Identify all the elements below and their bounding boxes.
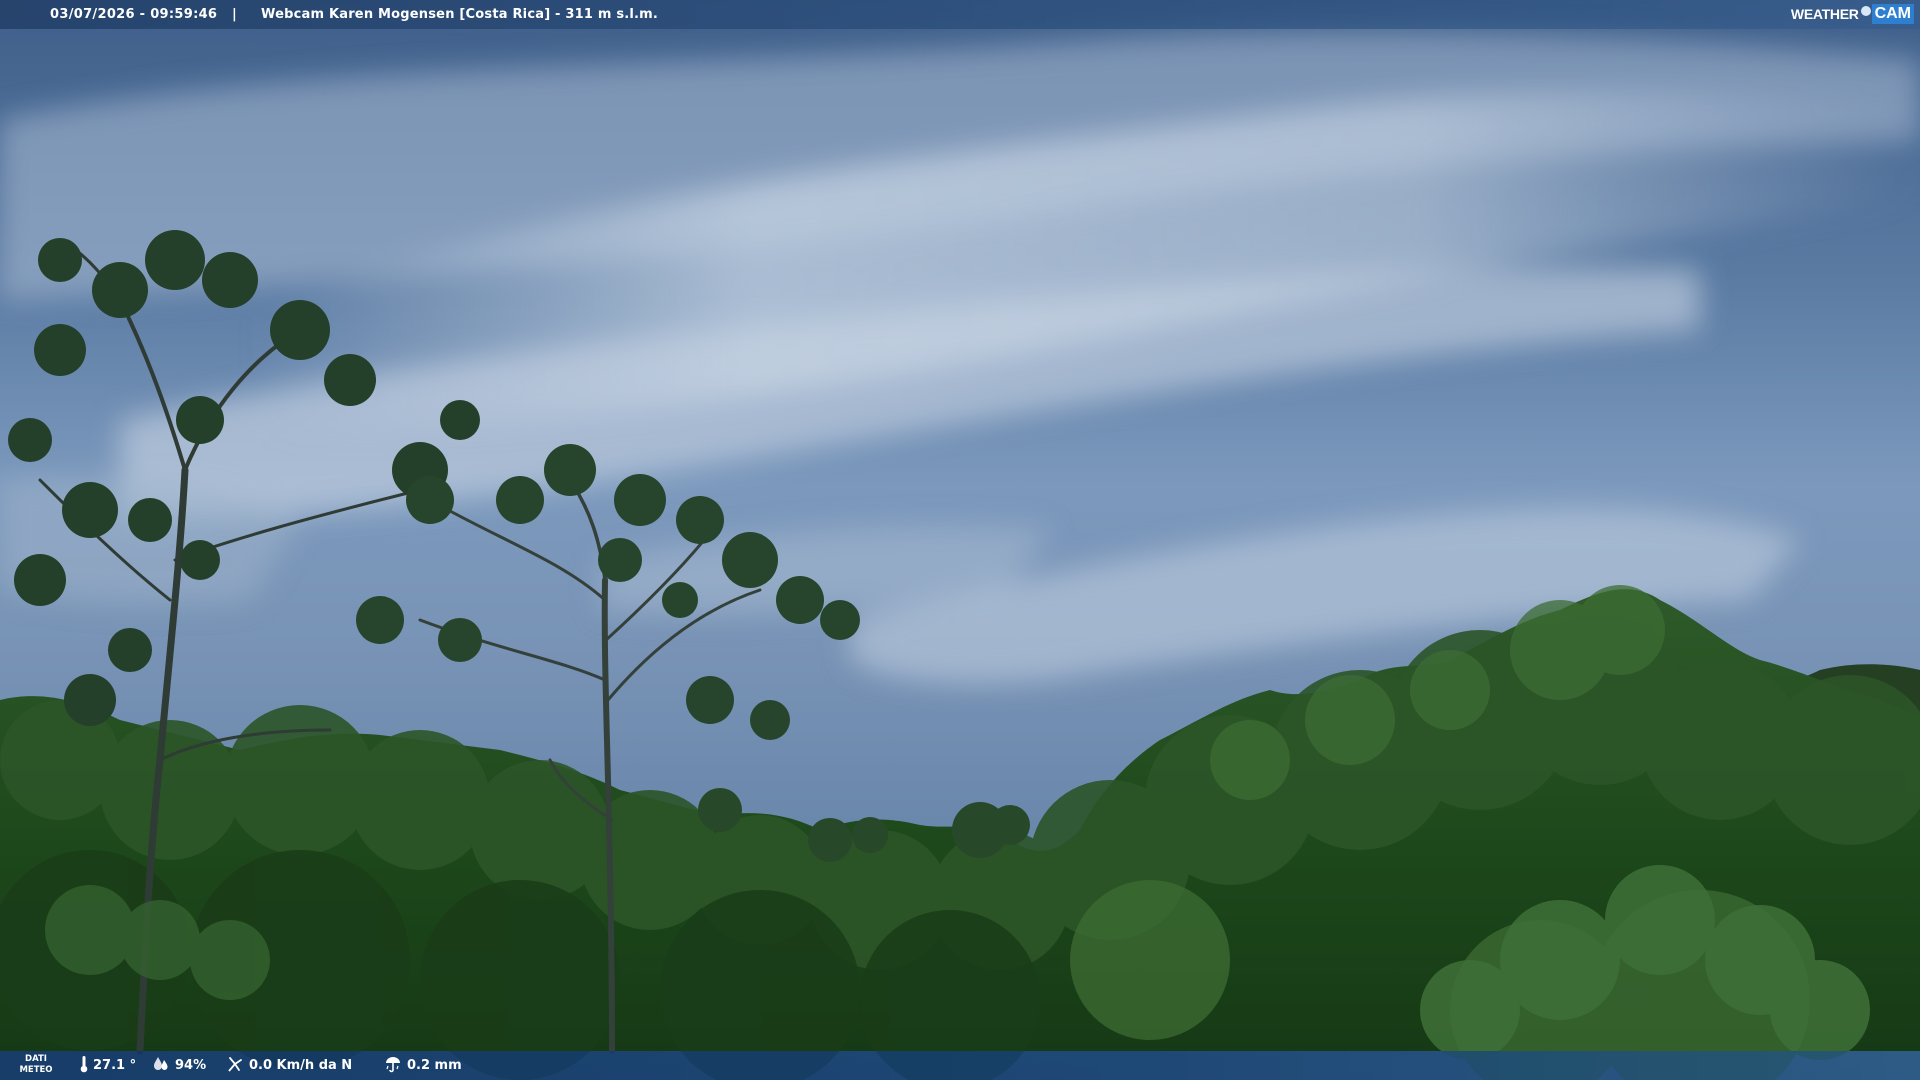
- weather-data-label-line1: DATI: [25, 1054, 47, 1064]
- humidity-reading: 94%: [152, 1051, 206, 1080]
- header-bar: 03/07/2026 - 09:59:46 | Webcam Karen Mog…: [0, 0, 1920, 29]
- thermometer-icon: [80, 1055, 88, 1077]
- weather-data-label: DATI METEO: [18, 1054, 54, 1076]
- rain-reading: 0.2 mm: [384, 1051, 462, 1080]
- temperature-value: 27.1 °: [93, 1058, 137, 1073]
- humidity-drop-icon: [152, 1056, 170, 1076]
- webcam-title: Webcam Karen Mogensen [Costa Rica] - 311…: [261, 7, 659, 22]
- logo-cam: CAM: [1871, 4, 1914, 24]
- temperature-reading: 27.1 °: [80, 1051, 136, 1080]
- wind-icon: [226, 1055, 244, 1077]
- wind-value: 0.0 Km/h da N: [249, 1058, 353, 1073]
- webcam-scene: [0, 31, 1920, 1080]
- wind-reading: 0.0 Km/h da N: [226, 1051, 352, 1080]
- cloud-layer: [0, 31, 1920, 684]
- rain-umbrella-icon: [384, 1055, 402, 1077]
- weathercam-logo[interactable]: WEATHER CAM: [1791, 3, 1914, 25]
- datetime-label: 03/07/2026 - 09:59:46: [50, 7, 218, 22]
- header-separator: |: [232, 7, 237, 22]
- webcam-frame: 03/07/2026 - 09:59:46 | Webcam Karen Mog…: [0, 0, 1920, 1080]
- weather-data-bar: DATI METEO 27.1 ° 94% 0.0 Km/h da N 0.2 …: [0, 1051, 1920, 1080]
- logo-word: WEATHER: [1790, 5, 1859, 22]
- rain-value: 0.2 mm: [407, 1058, 462, 1073]
- logo-dot-icon: [1860, 6, 1871, 16]
- humidity-value: 94%: [175, 1058, 207, 1073]
- weather-data-label-line2: METEO: [19, 1065, 53, 1075]
